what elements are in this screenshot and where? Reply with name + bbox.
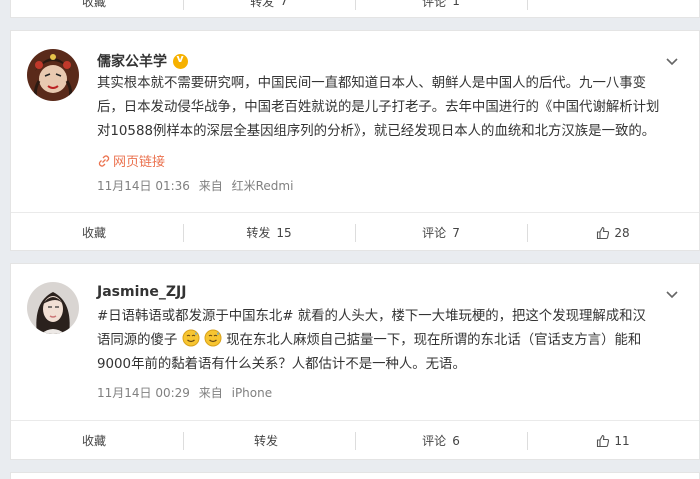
action-bar: 收藏 转发 7 评论 1	[11, 0, 699, 21]
repost-button[interactable]: 转发 15	[183, 213, 355, 252]
post-time[interactable]: 11月14日 00:29	[97, 386, 190, 400]
chevron-down-icon[interactable]	[665, 288, 679, 302]
comment-button[interactable]: 评论 6	[355, 421, 527, 460]
thumbs-up-icon	[597, 434, 610, 447]
like-button[interactable]	[527, 0, 699, 21]
favorite-button[interactable]: 收藏	[11, 0, 183, 21]
author-name[interactable]: Jasmine_ZJJ	[97, 284, 186, 300]
link-icon	[98, 154, 110, 167]
post-card: Jasmine_ZJJ #日语韩语或都发源于中国东北# 就看的人头大，楼下一大堆…	[10, 263, 700, 460]
web-link[interactable]: 网页链接	[97, 151, 165, 170]
favorite-button[interactable]: 收藏	[11, 213, 183, 252]
next-post-card	[10, 472, 700, 479]
favorite-button[interactable]: 收藏	[11, 421, 183, 460]
comment-button[interactable]: 评论 1	[355, 0, 527, 21]
post-source: iPhone	[231, 386, 273, 400]
author-name[interactable]: 儒家公羊学	[97, 51, 188, 71]
like-button[interactable]: 28	[527, 213, 699, 252]
thumbs-up-icon	[597, 226, 610, 239]
action-bar: 收藏 转发 评论 6 11	[11, 420, 699, 460]
post-meta: 11月14日 01:36 来自 红米Redmi	[97, 179, 294, 193]
post-text: 其实根本就不需要研究啊，中国民间一直都知道日本人、朝鲜人是中国人的后代。九一八事…	[97, 76, 660, 139]
sweat-smile-emoji-icon	[204, 329, 222, 347]
post-card: 儒家公羊学 其实根本就不需要研究啊，中国民间一直都知道日本人、朝鲜人是中国人的后…	[10, 30, 700, 251]
avatar[interactable]	[27, 49, 79, 101]
sweat-smile-emoji-icon	[182, 329, 200, 347]
chevron-down-icon[interactable]	[665, 55, 679, 69]
post-time[interactable]: 11月14日 01:36	[97, 179, 190, 193]
previous-post-card: 收藏 转发 7 评论 1	[10, 0, 700, 18]
action-bar: 收藏 转发 15 评论 7 28	[11, 212, 699, 252]
comment-button[interactable]: 评论 7	[355, 213, 527, 252]
verified-v-icon	[173, 52, 188, 69]
post-source: 红米Redmi	[231, 179, 294, 193]
post-text: #日语韩语或都发源于中国东北# 就看的人头大，楼下一大堆玩梗的，把这个发现理解成…	[97, 309, 646, 372]
repost-button[interactable]: 转发 7	[183, 0, 355, 21]
repost-button[interactable]: 转发	[183, 421, 355, 460]
avatar[interactable]	[27, 282, 79, 334]
like-button[interactable]: 11	[527, 421, 699, 460]
post-meta: 11月14日 00:29 来自 iPhone	[97, 386, 273, 400]
